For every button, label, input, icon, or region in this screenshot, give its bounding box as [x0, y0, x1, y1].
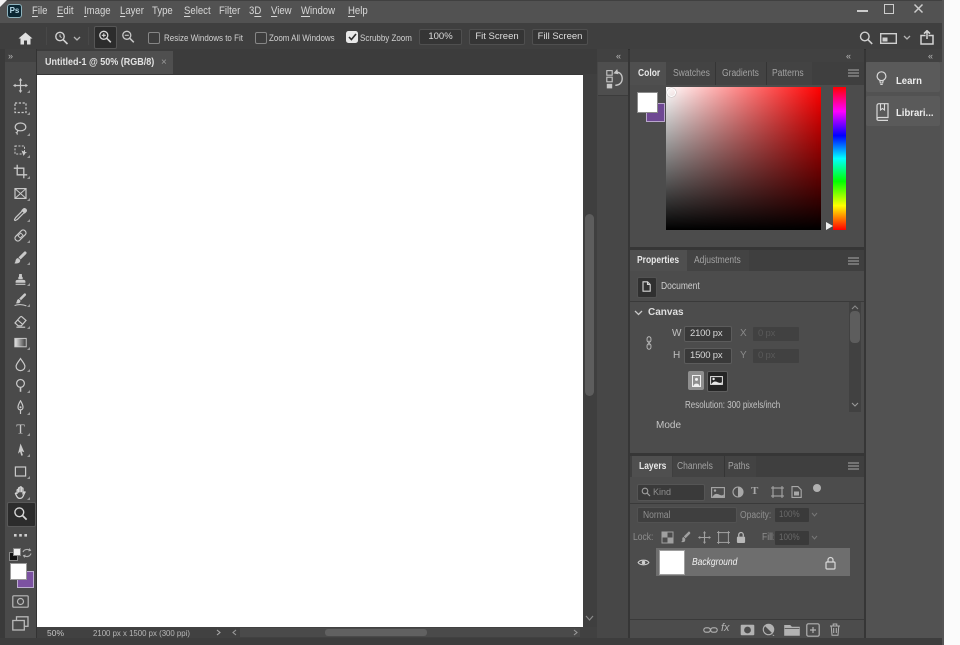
svg-text:T: T — [16, 423, 25, 437]
